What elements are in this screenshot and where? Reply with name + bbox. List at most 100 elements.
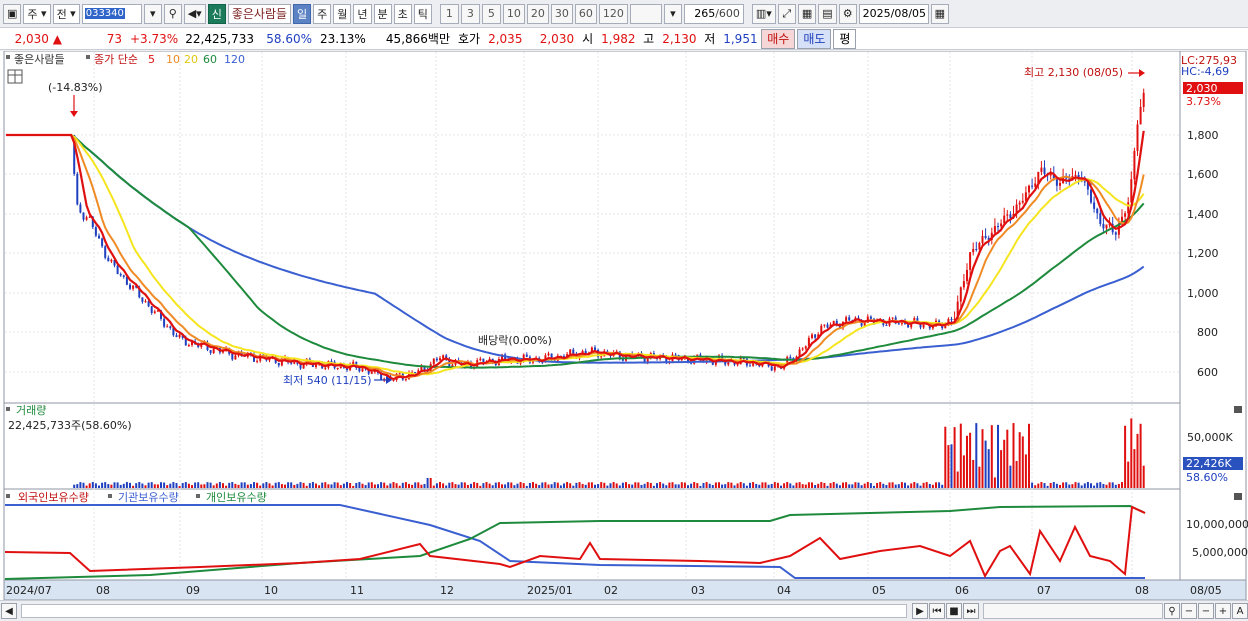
sell-button[interactable]: 매도 — [797, 28, 832, 49]
bar-count-input[interactable]: 265/600 — [683, 3, 744, 24]
interval-10[interactable]: 10 — [502, 3, 525, 24]
gear-icon[interactable]: ⚙ — [838, 3, 857, 24]
tab-year[interactable]: 년 — [353, 3, 372, 24]
stop-icon[interactable]: ■ — [946, 603, 962, 619]
candle-body — [1090, 189, 1092, 203]
pane-close-icon[interactable] — [1234, 406, 1242, 413]
candle-body — [1105, 224, 1108, 229]
volume-bar — [838, 485, 841, 488]
interval-30[interactable]: 30 — [550, 3, 573, 24]
volume-bar — [262, 483, 265, 488]
prev-select[interactable]: 전 ▾ — [52, 3, 80, 24]
chart-scrollbar[interactable] — [21, 604, 907, 618]
volume-bar — [525, 485, 528, 488]
candle-body — [1018, 202, 1021, 205]
volume-bar — [1062, 482, 1065, 488]
volume-bar — [491, 485, 494, 488]
interval-5[interactable]: 5 — [481, 3, 501, 24]
volume-bar — [212, 485, 215, 488]
candle-type-icon[interactable]: ▥▾ — [751, 3, 776, 24]
date-tick: 09 — [186, 584, 200, 597]
stock-code-input[interactable]: 033340 — [81, 3, 142, 24]
volume-bar — [1108, 482, 1111, 488]
font-size-icon[interactable]: A — [1232, 603, 1248, 619]
volume-bar — [1006, 429, 1009, 488]
candle-body — [1034, 183, 1037, 187]
crosshair-icon[interactable]: ⤢ — [777, 3, 796, 24]
first-icon[interactable]: ⏮ — [929, 603, 945, 619]
zoom-out-icon[interactable]: − — [1181, 603, 1197, 619]
candle-body — [479, 358, 482, 361]
volume-bar — [739, 482, 742, 488]
candle-body — [736, 364, 739, 366]
volume-bar — [166, 485, 169, 488]
volume-bar — [984, 440, 987, 488]
period-select[interactable]: 주 ▾ — [23, 3, 51, 24]
interval-120[interactable]: 120 — [598, 3, 628, 24]
last-icon[interactable]: ⏭ — [963, 603, 979, 619]
volume-bar — [346, 482, 348, 488]
stock-chart[interactable]: 좋은사람들 종가 단순 5 10 20 60 120 (-14.83%) 최고 … — [0, 50, 1248, 621]
avg-button[interactable]: 평 — [833, 28, 857, 49]
tool-strip[interactable] — [983, 603, 1163, 619]
volume-bar — [228, 482, 231, 488]
tab-month[interactable]: 월 — [333, 3, 352, 24]
tab-day[interactable]: 일 — [293, 3, 312, 24]
tab-week[interactable]: 주 — [313, 3, 332, 24]
tab-tick[interactable]: 틱 — [413, 3, 432, 24]
pane-close-icon[interactable] — [1234, 493, 1242, 500]
save-icon[interactable]: ▤ — [818, 3, 837, 24]
volume-bar — [308, 483, 311, 488]
volume-bar — [603, 482, 606, 488]
volume-bar — [975, 423, 978, 488]
zoom-icon[interactable]: ⚲ — [1164, 603, 1180, 619]
candle-body — [404, 379, 407, 381]
candle-body — [1114, 232, 1117, 235]
interval-3[interactable]: 3 — [460, 3, 480, 24]
volume-bar — [327, 484, 330, 488]
search-icon[interactable]: ⚲ — [163, 3, 182, 24]
buy-button[interactable]: 매수 — [761, 28, 796, 49]
interval-20[interactable]: 20 — [526, 3, 549, 24]
date-input[interactable]: 2025/08/05 — [858, 3, 929, 24]
volume-bar — [907, 485, 910, 488]
volume-bar — [1099, 482, 1102, 488]
volume-bar — [302, 482, 305, 488]
candle-body — [85, 217, 88, 220]
candle-body — [993, 226, 996, 233]
candle-body — [897, 323, 900, 325]
interval-dropdown-icon[interactable]: ▾ — [663, 3, 682, 24]
volume-bar — [628, 484, 631, 488]
volume-bar — [928, 483, 931, 488]
interval-1[interactable]: 1 — [439, 3, 459, 24]
volume-bar — [597, 484, 600, 488]
calendar-icon[interactable]: ▦ — [930, 3, 950, 24]
custom-interval-input[interactable] — [629, 3, 662, 24]
chart-canvas[interactable]: 좋은사람들 종가 단순 5 10 20 60 120 (-14.83%) 최고 … — [0, 50, 1248, 601]
volume-bar — [677, 484, 680, 488]
volume-bar — [631, 484, 634, 488]
shrink-icon[interactable]: − — [1198, 603, 1214, 619]
bar-count-value: 265 — [694, 7, 716, 20]
speaker-icon[interactable]: ◀▾ — [183, 3, 206, 24]
candle-body — [398, 373, 401, 375]
volume-bar — [432, 485, 435, 488]
scroll-right-icon[interactable]: ▶ — [912, 603, 928, 619]
tab-minute[interactable]: 분 — [373, 3, 392, 24]
scroll-left-icon[interactable]: ◀ — [1, 603, 17, 619]
legend-ma60: 60 — [203, 53, 217, 66]
volume-bar — [879, 482, 882, 488]
code-dropdown-icon[interactable]: ▾ — [143, 3, 162, 24]
low-label: 저 — [704, 32, 716, 46]
legend-ma120: 120 — [224, 53, 245, 66]
legend-marker-icon — [6, 407, 10, 411]
candle-body — [962, 281, 965, 288]
volume-bar — [854, 482, 857, 488]
interval-60[interactable]: 60 — [574, 3, 597, 24]
tab-second[interactable]: 초 — [393, 3, 412, 24]
grid-icon[interactable]: ▦ — [797, 3, 817, 24]
zoom-in-icon[interactable]: + — [1215, 603, 1231, 619]
volume-bar — [135, 483, 138, 488]
chart-window-icon[interactable]: ▣ — [3, 3, 22, 24]
candle-body — [547, 353, 550, 356]
